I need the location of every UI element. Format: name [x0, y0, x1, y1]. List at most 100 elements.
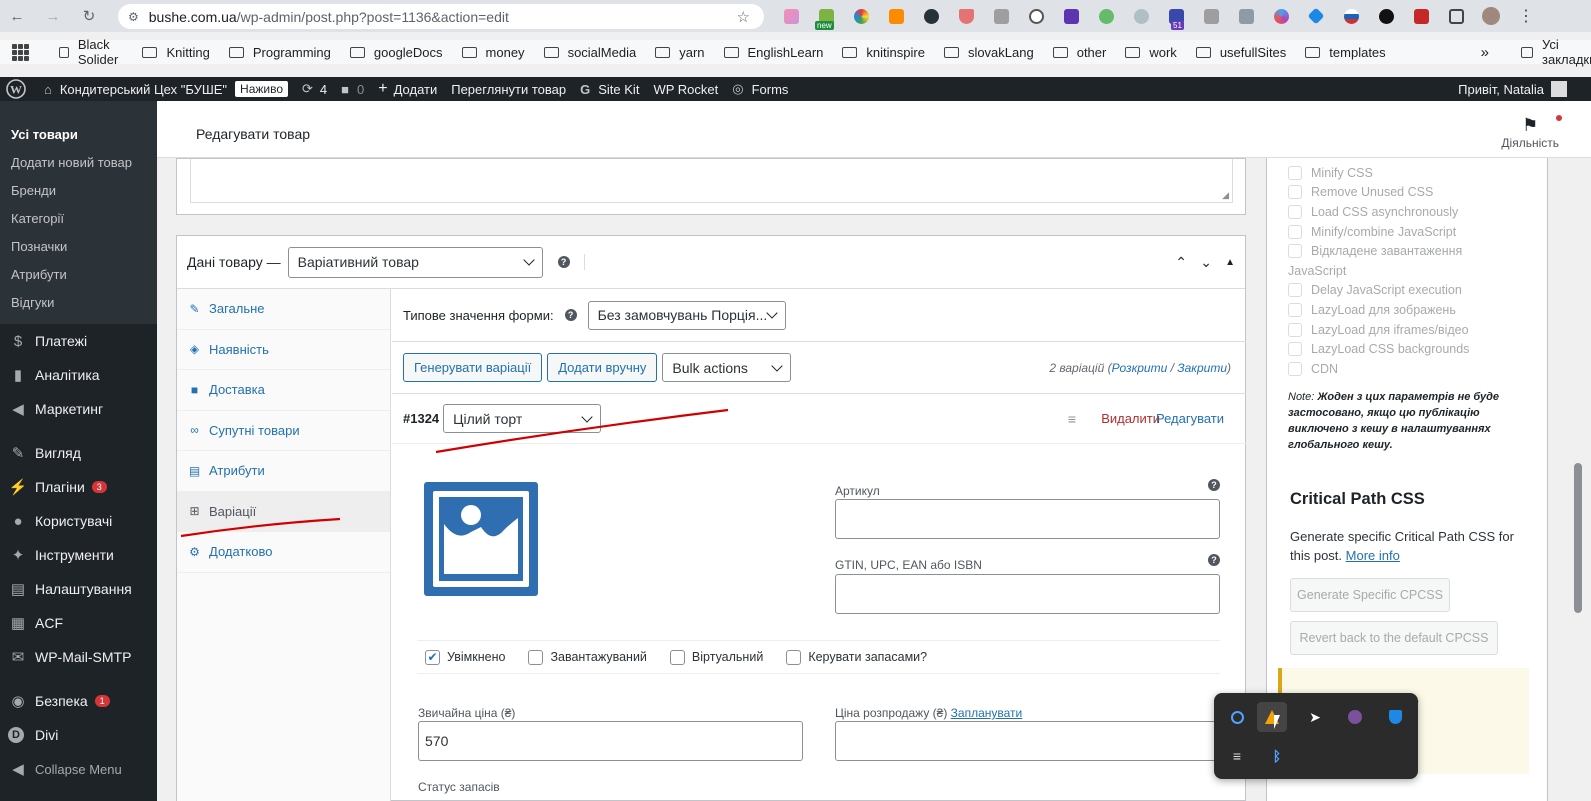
submenu-brands[interactable]: Бренди	[0, 177, 157, 205]
resize-handle-icon[interactable]: ◢	[1222, 190, 1229, 201]
tab-variations[interactable]: ⊞ Варіації	[177, 491, 390, 532]
move-up-icon[interactable]: ⌃	[1175, 254, 1187, 271]
page-scrollbar[interactable]	[1567, 158, 1591, 801]
extension-compass-icon[interactable]	[1128, 4, 1154, 28]
bookmark-folder[interactable]: EnglishLearn	[723, 45, 823, 60]
rocket-option[interactable]: Remove Unused CSS	[1267, 183, 1547, 203]
activity-button[interactable]: ⚑ Діяльність	[1501, 115, 1562, 150]
submenu-tags[interactable]: Позначки	[0, 233, 157, 261]
extensions-puzzle-icon[interactable]	[1443, 4, 1469, 28]
extension-flag-icon[interactable]	[1338, 4, 1364, 28]
rocket-option[interactable]: LazyLoad CSS backgrounds	[1267, 339, 1547, 359]
generate-variations-button[interactable]: Генерувати варіації	[403, 353, 543, 382]
help-icon[interactable]: ?	[1208, 554, 1220, 566]
tray-playlist-icon[interactable]: ≡	[1222, 741, 1252, 771]
regular-price-input[interactable]: 570	[418, 721, 803, 761]
submenu-reviews[interactable]: Відгуки	[0, 289, 157, 317]
extension-code-icon[interactable]	[1233, 4, 1259, 28]
help-icon[interactable]: ?	[564, 309, 577, 321]
tab-shipping[interactable]: ■ Доставка	[177, 370, 390, 411]
menu-collapse[interactable]: ◀ Collapse Menu	[0, 752, 157, 786]
extension-check-icon[interactable]	[1023, 4, 1049, 28]
forward-icon[interactable]: →	[42, 5, 64, 27]
bookmarks-overflow-button[interactable]: »	[1481, 44, 1489, 61]
back-icon[interactable]: ←	[6, 5, 28, 27]
schedule-link[interactable]: Запланувати	[951, 706, 1023, 720]
menu-settings[interactable]: ▤ Налаштування	[0, 572, 157, 606]
extension-grid-icon[interactable]	[1198, 4, 1224, 28]
bookmark-folder[interactable]: socialMedia	[543, 45, 636, 60]
site-name-link[interactable]: ⌂ Кондитерський Цех "БУШЕ" Наживо	[44, 81, 289, 97]
collapse-link[interactable]: Закрити	[1177, 361, 1227, 375]
rocket-option[interactable]: Delay JavaScript execution	[1267, 281, 1547, 301]
rocket-option[interactable]: CDN	[1267, 359, 1547, 379]
bulk-actions-select[interactable]: Bulk actions	[662, 353, 792, 382]
wp-logo-icon[interactable]: W	[6, 79, 26, 99]
menu-wp-mail-smtp[interactable]: ✉ WP-Mail-SMTP	[0, 640, 157, 674]
bookmark-folder[interactable]: Programming	[228, 45, 331, 60]
apps-grid-icon[interactable]	[12, 43, 29, 61]
manage-stock-checkbox[interactable]: Керувати запасами?	[786, 649, 927, 665]
menu-appearance[interactable]: ✎ Вигляд	[0, 436, 157, 470]
generate-cpcss-button[interactable]: Generate Specific CPCSS	[1290, 577, 1450, 612]
bookmark-folder[interactable]: work	[1125, 45, 1177, 60]
variation-attribute-select[interactable]: Цілий торт	[443, 404, 602, 433]
menu-marketing[interactable]: ◀ Маркетинг	[0, 392, 157, 426]
drag-handle-icon[interactable]: ≡	[1068, 411, 1076, 427]
tab-advanced[interactable]: ⚙ Додатково	[177, 532, 390, 573]
profile-avatar[interactable]	[1478, 4, 1504, 28]
site-info-icon[interactable]: ⚙	[128, 10, 139, 24]
variation-header[interactable]: #1324 Цілий торт ≡ Видалити Редагувати	[392, 394, 1246, 444]
scrollbar-thumb[interactable]	[1574, 463, 1582, 613]
extension-orange-icon[interactable]	[883, 4, 909, 28]
virtual-checkbox[interactable]: Віртуальний	[669, 649, 763, 665]
tab-inventory[interactable]: ◈ Наявність	[177, 330, 390, 370]
add-manually-button[interactable]: Додати вручну	[547, 353, 658, 382]
tab-general[interactable]: ✎ Загальне	[177, 289, 390, 330]
add-new-link[interactable]: + Додати	[378, 80, 437, 98]
extension-swirl-icon[interactable]	[1268, 4, 1294, 28]
description-textarea[interactable]: ◢	[190, 159, 1233, 203]
bookmark-folder[interactable]: templates	[1305, 45, 1386, 60]
rocket-option[interactable]: Minify CSS	[1267, 163, 1547, 183]
help-icon[interactable]: ?	[557, 256, 570, 268]
browser-menu-icon[interactable]: ⋮	[1513, 4, 1539, 28]
tab-attributes[interactable]: ▤ Атрибути	[177, 451, 390, 492]
tab-linked-products[interactable]: ∞ Супутні товари	[177, 411, 390, 451]
menu-security[interactable]: ◉ Безпека 1	[0, 684, 157, 718]
submenu-attributes[interactable]: Атрибути	[0, 261, 157, 289]
bookmark-folder[interactable]: knitinspire	[842, 45, 925, 60]
revert-cpcss-button[interactable]: Revert back to the default CPCSS	[1290, 620, 1498, 655]
toggle-panel-icon[interactable]: ▲	[1225, 257, 1235, 268]
extension-two-icon[interactable]	[1058, 4, 1084, 28]
extension-new-icon[interactable]: new	[813, 4, 839, 30]
wp-rocket-link[interactable]: WP Rocket	[653, 82, 718, 97]
sale-price-input[interactable]	[835, 721, 1220, 761]
extension-gradient-icon[interactable]	[778, 4, 804, 28]
forms-link[interactable]: ◎ Forms	[732, 81, 788, 97]
rocket-option[interactable]: Відкладене завантаження	[1267, 241, 1547, 261]
bookmark-folder[interactable]: usefullSites	[1195, 45, 1286, 60]
address-bar[interactable]: ⚙ bushe.com.ua/wp-admin/post.php?post=11…	[118, 4, 764, 29]
bookmark-folder[interactable]: Black Solider	[59, 37, 123, 67]
bookmark-star-icon[interactable]: ☆	[737, 8, 750, 26]
extension-color-wheel-icon[interactable]	[848, 4, 874, 28]
all-bookmarks-folder[interactable]: Усі закладки	[1521, 37, 1591, 67]
submenu-add-product[interactable]: Додати новий товар	[0, 149, 157, 177]
reload-icon[interactable]: ↻	[78, 5, 100, 27]
bookmark-folder[interactable]: slovakLang	[943, 45, 1034, 60]
extension-tag-icon[interactable]	[1303, 4, 1329, 28]
rocket-option[interactable]: Load CSS asynchronously	[1267, 202, 1547, 222]
tray-vlc-icon[interactable]	[1257, 702, 1287, 732]
enabled-checkbox[interactable]: ✔ Увімкнено	[425, 649, 505, 665]
tray-security-warning-icon[interactable]	[1380, 702, 1410, 732]
tray-viber-icon[interactable]	[1340, 702, 1370, 732]
extension-react-icon[interactable]	[918, 4, 944, 28]
bookmark-folder[interactable]: money	[461, 45, 525, 60]
variation-image-placeholder[interactable]	[424, 482, 538, 596]
more-info-link[interactable]: More info	[1346, 548, 1400, 563]
bookmark-folder[interactable]: googleDocs	[349, 45, 443, 60]
menu-analytics[interactable]: ▮ Аналітика	[0, 358, 157, 392]
delete-variation-link[interactable]: Видалити	[1101, 411, 1160, 426]
tray-blue-circle-icon[interactable]	[1222, 702, 1252, 732]
